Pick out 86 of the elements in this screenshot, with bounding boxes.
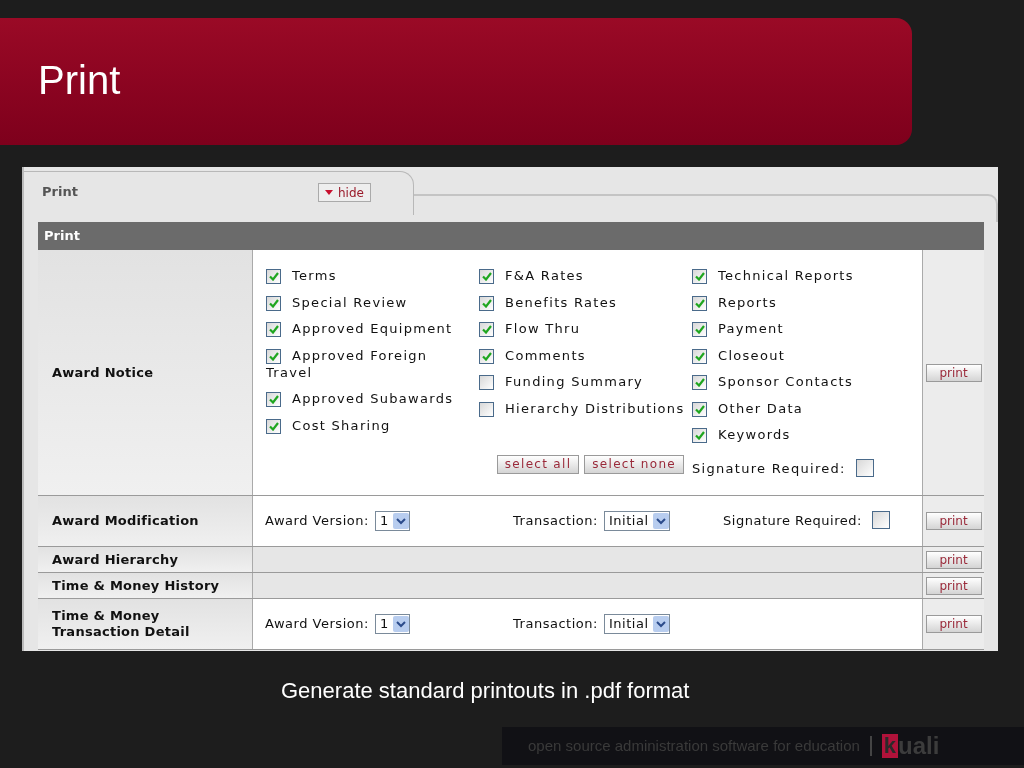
checkmark-icon — [481, 298, 492, 308]
checkbox-option: Terms — [266, 267, 479, 284]
checkmark-icon — [694, 325, 705, 334]
checkbox[interactable] — [479, 348, 494, 364]
dropdown[interactable]: 1 — [374, 511, 410, 531]
hide-button[interactable]: hide — [318, 183, 371, 202]
checkbox-option: Technical Reports — [692, 267, 902, 284]
field-label: Signature Required: — [723, 512, 862, 531]
section-title: Print — [44, 227, 80, 246]
checkbox[interactable] — [692, 428, 707, 443]
checkbox[interactable] — [692, 375, 707, 390]
slide-title: Print — [38, 57, 121, 104]
checkbox-option: Closeout — [692, 346, 902, 364]
row-label: Time & Money Transaction Detail — [52, 608, 191, 640]
print-button[interactable]: print — [925, 576, 982, 595]
field-label: Award Version: — [265, 615, 369, 634]
select-button[interactable]: select none — [584, 454, 684, 474]
checkbox-option: Keywords — [692, 426, 902, 443]
checkbox[interactable] — [266, 348, 281, 364]
print-button[interactable]: print — [925, 550, 982, 569]
checkbox-option: Other Data — [692, 399, 902, 417]
checkbox[interactable] — [871, 511, 890, 530]
checkmark-icon — [268, 325, 279, 334]
checkbox[interactable] — [692, 269, 707, 284]
checkbox-option: Flow Thru — [479, 320, 692, 337]
checkbox[interactable] — [692, 401, 707, 417]
checkbox-option: Benefits Rates — [479, 293, 692, 311]
checkmark-icon — [694, 378, 705, 387]
row-label: Time & Money History — [52, 577, 220, 594]
field-label: Award Version: — [265, 512, 369, 531]
checkbox[interactable] — [479, 322, 494, 337]
checkbox[interactable] — [479, 295, 494, 311]
checkbox-option: F&A Rates — [479, 267, 692, 284]
checkbox-option: Payment — [692, 320, 902, 337]
row-label: Award Hierarchy — [52, 551, 179, 568]
dropdown[interactable]: Initial — [604, 614, 670, 634]
checkmark-icon — [481, 272, 492, 281]
checkmark-icon — [268, 421, 279, 431]
checkbox-option: Special Review — [266, 293, 479, 311]
checkmark-icon — [268, 298, 279, 308]
print-button[interactable]: print — [925, 615, 982, 633]
checkmark-icon — [694, 298, 705, 308]
dropdown[interactable]: 1 — [374, 614, 410, 634]
checkmark-icon — [268, 395, 279, 404]
checkbox[interactable] — [855, 458, 874, 477]
field-label: Signature Required: — [692, 459, 846, 478]
field-label: Transaction: — [513, 615, 598, 634]
checkbox[interactable] — [692, 295, 707, 311]
checkbox[interactable] — [692, 348, 707, 364]
checkbox[interactable] — [266, 322, 281, 337]
checkmark-icon — [481, 351, 492, 361]
checkbox[interactable] — [266, 295, 281, 311]
checkmark-icon — [481, 325, 492, 334]
checkbox-option: Approved Foreign Travel — [266, 346, 479, 381]
tab-title: Print — [42, 183, 79, 201]
row-label: Award Modification — [52, 513, 199, 529]
checkbox[interactable] — [692, 322, 707, 337]
checkbox-option: Cost Sharing — [266, 416, 479, 434]
slide-caption: Generate standard printouts in .pdf format — [281, 677, 691, 705]
checkbox-option: Comments — [479, 346, 692, 364]
print-button[interactable]: print — [925, 512, 982, 530]
dropdown[interactable]: Initial — [604, 511, 670, 531]
checkbox-option: Reports — [692, 293, 902, 311]
checkbox-option: Funding Summary — [479, 373, 692, 390]
field-label: Transaction: — [513, 512, 598, 531]
select-button[interactable]: select all — [496, 454, 580, 474]
checkbox-option: Approved Subawards — [266, 390, 479, 407]
checkbox-option: Approved Equipment — [266, 320, 479, 337]
checkbox[interactable] — [266, 269, 281, 284]
checkbox[interactable] — [479, 401, 494, 417]
checkbox[interactable] — [479, 375, 494, 390]
checkmark-icon — [268, 272, 279, 281]
row-label: Award Notice — [52, 364, 154, 381]
checkmark-icon — [694, 431, 705, 440]
logo-mark: k — [881, 734, 899, 758]
checkbox[interactable] — [266, 418, 281, 434]
checkmark-icon — [694, 351, 705, 361]
checkmark-icon — [694, 404, 705, 414]
caret-icon — [325, 190, 333, 195]
checkbox[interactable] — [479, 269, 494, 284]
checkmark-icon — [694, 272, 705, 281]
checkbox-option: Sponsor Contacts — [692, 373, 902, 390]
print-button[interactable]: print — [925, 363, 982, 382]
checkmark-icon — [268, 351, 279, 361]
checkbox[interactable] — [266, 392, 281, 407]
checkbox-option: Hierarchy Distributions — [479, 399, 692, 417]
